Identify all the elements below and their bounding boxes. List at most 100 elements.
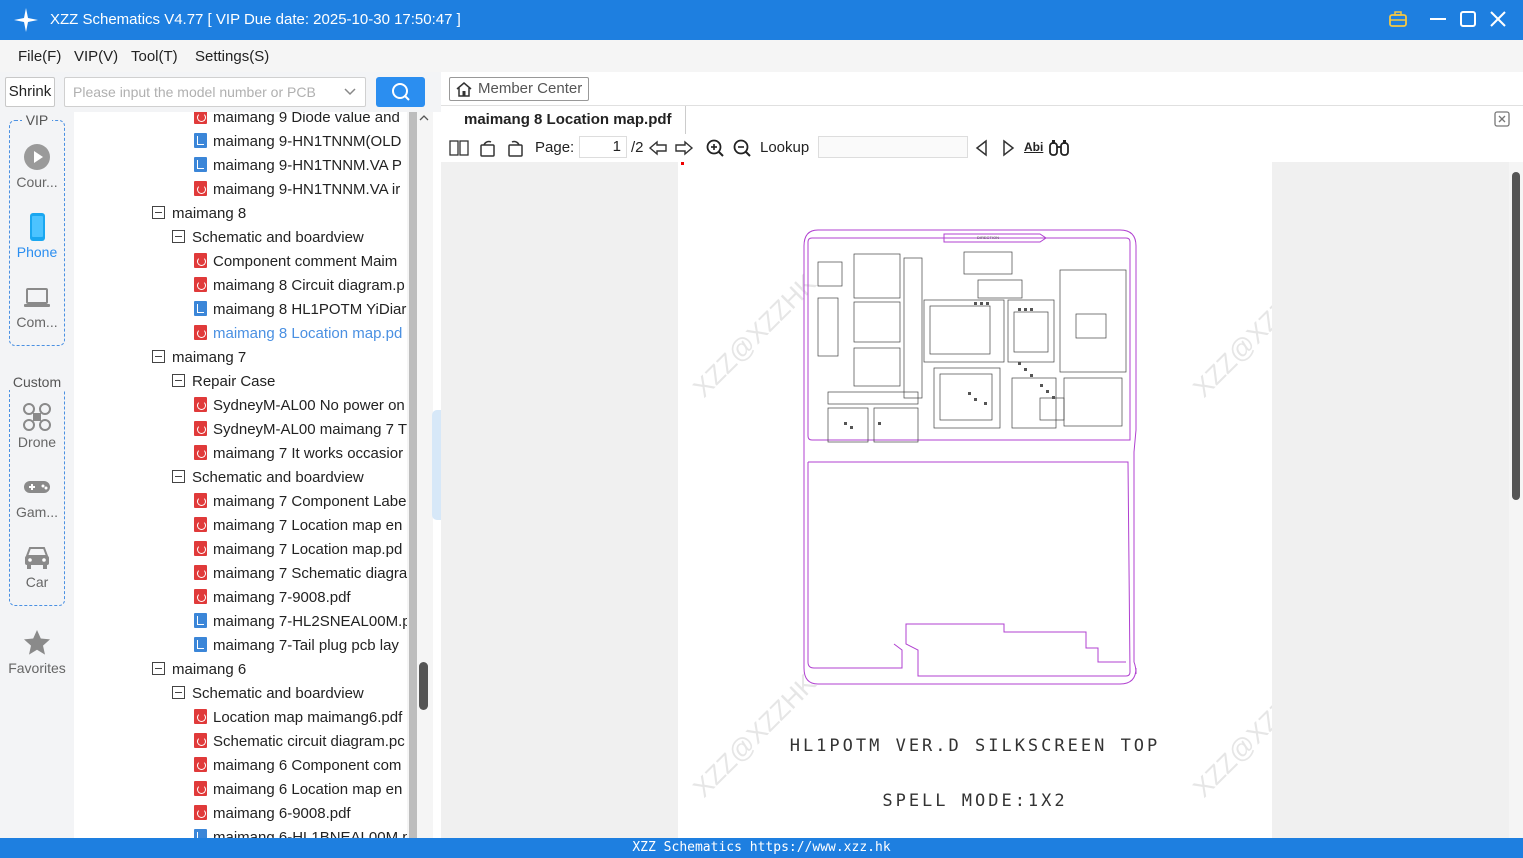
rotate-left-icon[interactable] — [478, 138, 498, 158]
shrink-button[interactable]: Shrink — [5, 77, 55, 107]
rail-item-phone[interactable]: Phone — [0, 212, 74, 260]
tree-file[interactable]: maimang 8 Location map.pd — [194, 322, 402, 346]
collapse-icon[interactable] — [172, 229, 185, 243]
custom-group-title: Custom — [8, 374, 66, 390]
pcb-file-icon — [194, 612, 207, 628]
scroll-up-icon[interactable] — [419, 114, 429, 122]
tree-file[interactable]: Schematic circuit diagram.pc — [194, 730, 405, 754]
tree-folder[interactable]: Schematic and boardview — [172, 226, 364, 250]
find-next-icon[interactable] — [998, 138, 1018, 158]
viewer-scrollbar[interactable] — [1509, 162, 1523, 838]
tree-scroll-thumb[interactable] — [419, 662, 428, 710]
laptop-icon — [24, 288, 50, 307]
rail-item-computer[interactable]: Com... — [0, 282, 74, 330]
menu-settings[interactable]: Settings(S) — [195, 48, 269, 65]
app-logo-icon — [14, 8, 38, 32]
tree-file[interactable]: Location map maimang6.pdf — [194, 706, 402, 730]
tree-file[interactable]: SydneyM-AL00 No power on — [194, 394, 405, 418]
tree-item-label: maimang 6 Component com — [213, 757, 402, 774]
tree-folder[interactable]: maimang 7 — [152, 346, 246, 370]
close-button[interactable] — [1487, 8, 1509, 30]
rail-item-courses[interactable]: Cour... — [0, 142, 74, 190]
collapse-icon[interactable] — [152, 661, 165, 675]
collapse-icon[interactable] — [152, 205, 165, 219]
tree-file[interactable]: maimang 7 Schematic diagra — [194, 562, 407, 586]
zoom-out-icon[interactable] — [732, 138, 752, 158]
tree-folder[interactable]: Repair Case — [172, 370, 275, 394]
minimize-button[interactable] — [1427, 8, 1449, 30]
tree-file[interactable]: maimang 8 Circuit diagram.p — [194, 274, 405, 298]
document-tab-bar: maimang 8 Location map.pdf — [441, 106, 1523, 134]
tree-file[interactable]: maimang 9-HN1TNNM(OLD — [194, 130, 401, 154]
two-page-icon[interactable] — [449, 138, 469, 158]
watermark: XZZ@XZZHK — [1187, 667, 1272, 802]
tree-file[interactable]: maimang 7 It works occasior — [194, 442, 403, 466]
tree-file[interactable]: maimang 7 Location map.pd — [194, 538, 402, 562]
panel-splitter[interactable] — [432, 410, 441, 520]
rail-item-label: Gam... — [15, 504, 58, 520]
briefcase-icon[interactable] — [1387, 8, 1409, 30]
tree-file[interactable]: maimang 8 HL1POTM YiDiar — [194, 298, 406, 322]
rail-item-favorites[interactable]: Favorites — [0, 628, 74, 676]
tree-file[interactable]: maimang 6 Location map en — [194, 778, 402, 802]
pdf-viewer[interactable]: XZZ@XZZHK XZZ@XZZHK XZZ@XZZHK XZZ@XZZHK — [441, 162, 1509, 838]
tree-file[interactable]: maimang 9-HN1TNNM.VA P — [194, 154, 402, 178]
find-previous-icon[interactable] — [972, 138, 992, 158]
tree-folder[interactable]: maimang 6 — [152, 658, 246, 682]
tree-file[interactable]: maimang 6-HL1BNEAL00M.p — [194, 826, 407, 838]
tree-item-label: maimang 8 Location map.pd — [213, 325, 403, 342]
rail-item-car[interactable]: Car — [0, 542, 74, 590]
tree-file[interactable]: maimang 7-Tail plug pcb lay — [194, 634, 399, 658]
lookup-input[interactable] — [818, 136, 968, 158]
search-button[interactable] — [376, 77, 425, 107]
close-tab-icon[interactable] — [1493, 110, 1511, 128]
model-tree: maimang 9 Diode value and maimang 9-HN1TN… — [74, 112, 407, 838]
member-center-button[interactable]: Member Center — [449, 77, 589, 101]
menu-vip[interactable]: VIP(V) — [74, 48, 118, 65]
menu-bar: File(F) VIP(V) Tool(T) Settings(S) — [0, 40, 1523, 72]
menu-file[interactable]: File(F) — [18, 48, 61, 65]
tree-scrollbar[interactable] — [407, 112, 433, 838]
collapse-icon[interactable] — [172, 373, 185, 387]
tree-file[interactable]: maimang 7 Location map en — [194, 514, 402, 538]
tree-file[interactable]: maimang 7-9008.pdf — [194, 586, 351, 610]
previous-page-icon[interactable] — [648, 138, 668, 158]
binoculars-icon[interactable] — [1049, 138, 1069, 158]
rail-item-game[interactable]: Gam... — [0, 472, 74, 520]
match-case-button[interactable]: Abi — [1024, 140, 1043, 154]
page-number-input[interactable]: 1 — [579, 136, 627, 158]
viewer-scroll-thumb[interactable] — [1512, 172, 1520, 500]
pdf-file-icon — [194, 180, 207, 196]
tree-file[interactable]: maimang 6-9008.pdf — [194, 802, 351, 826]
rotate-right-icon[interactable] — [505, 138, 525, 158]
tree-item-label: maimang 7 — [172, 349, 247, 366]
search-input[interactable]: Please input the model number or PCB — [64, 77, 366, 107]
collapse-icon[interactable] — [172, 469, 185, 483]
menu-tool[interactable]: Tool(T) — [131, 48, 178, 65]
rail-item-drone[interactable]: Drone — [0, 402, 74, 450]
chevron-down-icon[interactable] — [343, 86, 357, 98]
zoom-in-icon[interactable] — [705, 138, 725, 158]
tree-file[interactable]: maimang 9 Diode value and — [194, 112, 400, 130]
next-page-icon[interactable] — [674, 138, 694, 158]
tree-file[interactable]: maimang 9-HN1TNNM.VA ir — [194, 178, 400, 202]
tree-file[interactable]: Component comment Maim — [194, 250, 397, 274]
spell-mode-text: SPELL MODE:1X2 — [882, 791, 1067, 811]
vip-group-title: VIP — [22, 112, 52, 128]
tree-item-label: SydneyM-AL00 maimang 7 T — [213, 421, 407, 438]
tree-item-label: maimang 6 — [172, 661, 247, 678]
tree-file[interactable]: maimang 7 Component Labe — [194, 490, 406, 514]
lookup-label: Lookup — [760, 139, 810, 156]
tree-file[interactable]: maimang 6 Component com — [194, 754, 401, 778]
tree-folder[interactable]: Schematic and boardview — [172, 682, 364, 706]
collapse-icon[interactable] — [172, 685, 185, 699]
tab-document[interactable]: maimang 8 Location map.pdf — [441, 106, 686, 134]
tree-file[interactable]: maimang 7-HL2SNEAL00M.p — [194, 610, 407, 634]
maximize-button[interactable] — [1457, 8, 1479, 30]
tree-item-label: Component comment Maim — [213, 253, 398, 270]
tree-file[interactable]: SydneyM-AL00 maimang 7 T — [194, 418, 407, 442]
tree-folder[interactable]: Schematic and boardview — [172, 466, 364, 490]
tree-scroll-track — [409, 112, 417, 838]
collapse-icon[interactable] — [152, 349, 165, 363]
tree-folder[interactable]: maimang 8 — [152, 202, 246, 226]
